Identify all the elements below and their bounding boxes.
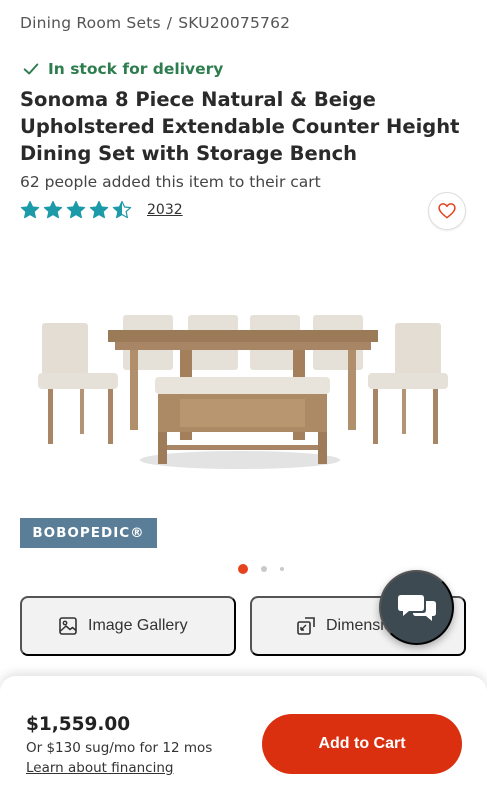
financing-link[interactable]: Learn about financing	[26, 760, 173, 776]
add-to-cart-button[interactable]: Add to Cart	[262, 714, 462, 774]
star-rating	[20, 200, 132, 220]
purchase-bar: $1,559.00 Or $130 sug/mo for 12 mos Lear…	[0, 676, 487, 800]
monthly-payment: Or $130 sug/mo for 12 mos	[26, 740, 213, 756]
product-image[interactable]	[30, 285, 457, 485]
chat-bubbles-icon	[397, 594, 436, 621]
image-icon	[59, 617, 77, 635]
breadcrumb: Dining Room Sets / SKU20075762	[20, 14, 290, 32]
image-gallery-button[interactable]: Image Gallery	[20, 596, 236, 656]
check-icon	[23, 63, 39, 75]
breadcrumb-category-link[interactable]: Dining Room Sets	[20, 14, 161, 32]
carousel-dot-active[interactable]	[238, 564, 248, 574]
product-title: Sonoma 8 Piece Natural & Beige Upholster…	[20, 88, 460, 165]
review-count-link[interactable]: 2032	[147, 202, 183, 218]
star-icon	[20, 200, 40, 219]
wishlist-button[interactable]	[428, 192, 466, 230]
chat-button[interactable]	[379, 570, 454, 645]
carousel-dot[interactable]	[280, 567, 284, 571]
star-icon	[89, 200, 109, 219]
price: $1,559.00	[26, 714, 131, 735]
breadcrumb-separator: /	[166, 14, 173, 32]
cart-count-text: 62 people added this item to their cart	[20, 173, 321, 191]
carousel-dots	[238, 564, 284, 574]
stock-status: In stock for delivery	[22, 60, 223, 78]
image-gallery-label: Image Gallery	[88, 617, 188, 634]
brand-badge: BOBOPEDIC®	[20, 518, 157, 548]
star-icon	[112, 200, 132, 219]
breadcrumb-sku: SKU20075762	[178, 14, 291, 32]
stock-label: In stock for delivery	[48, 60, 224, 78]
heart-icon	[438, 203, 456, 219]
rating: 2032	[20, 200, 183, 220]
star-icon	[66, 200, 86, 219]
dimensions-icon	[297, 617, 315, 635]
carousel-dot[interactable]	[261, 566, 267, 572]
star-icon	[43, 200, 63, 219]
